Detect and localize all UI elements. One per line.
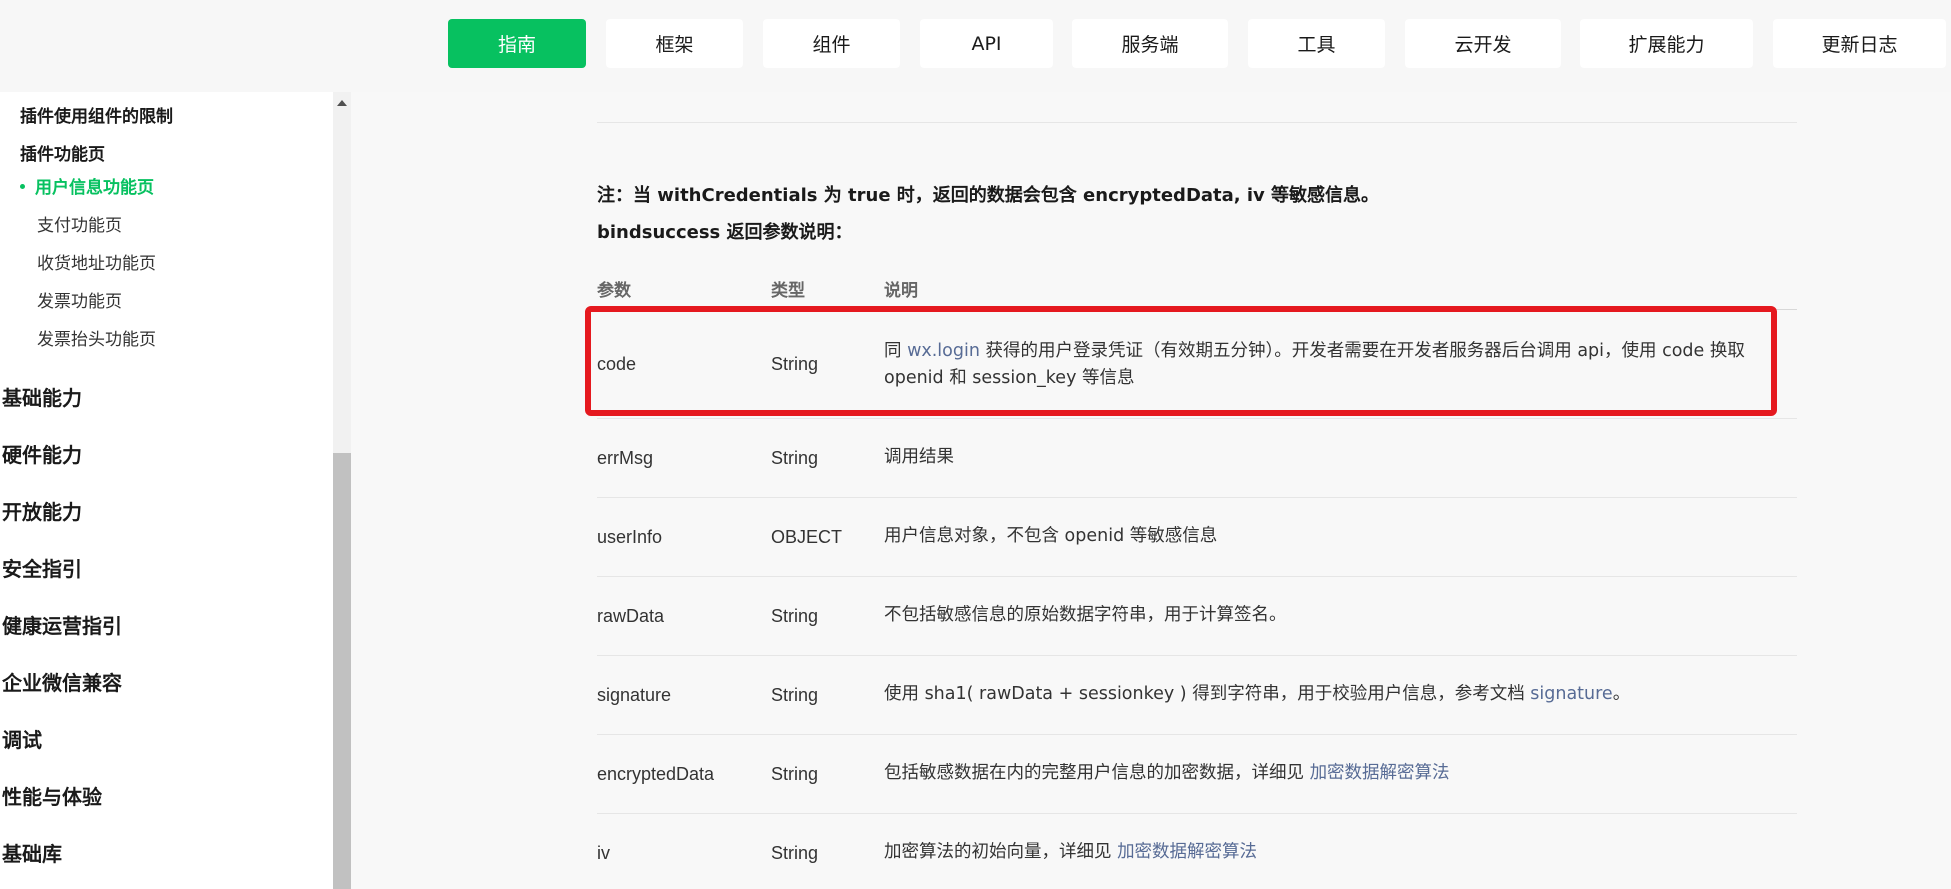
desc-cell: 使用 sha1( rawData + sessionkey ) 得到字符串，用于…	[884, 681, 1754, 708]
sidebar-item-security-guide[interactable]: 安全指引	[2, 553, 82, 582]
sidebar-item-plugin-function-page[interactable]: 插件功能页	[20, 140, 105, 165]
param-cell: errMsg	[597, 448, 654, 468]
tab-server[interactable]: 服务端	[1072, 19, 1228, 68]
sidebar-item-hardware-capabilities[interactable]: 硬件能力	[2, 439, 82, 468]
row-divider	[597, 655, 1797, 656]
sidebar-item-health-ops-guide[interactable]: 健康运营指引	[2, 610, 122, 639]
sidebar-item-user-info-page[interactable]: 用户信息功能页	[20, 173, 154, 198]
bindsuccess-heading: bindsuccess 返回参数说明：	[597, 222, 853, 243]
param-cell: userInfo	[597, 527, 663, 547]
desc-cell: 不包括敏感信息的原始数据字符串，用于计算签名。	[884, 605, 1287, 625]
param-cell: signature	[597, 685, 672, 705]
param-cell: iv	[597, 843, 610, 863]
row-divider	[597, 576, 1797, 577]
sidebar-item-invoice-page[interactable]: 发票功能页	[37, 287, 122, 312]
desc-cell: 包括敏感数据在内的完整用户信息的加密数据，详细见 加密数据解密算法	[884, 760, 1754, 787]
scroll-up-arrow-icon[interactable]	[337, 100, 347, 106]
column-header-desc: 说明	[884, 281, 918, 301]
desc-cell: 用户信息对象，不包含 openid 等敏感信息	[884, 526, 1218, 546]
credentials-note: 注：当 withCredentials 为 true 时，返回的数据会包含 en…	[597, 185, 1380, 206]
type-cell: String	[771, 685, 819, 705]
sidebar-item-address-page[interactable]: 收货地址功能页	[37, 249, 156, 274]
column-header-param: 参数	[597, 281, 631, 301]
decrypt-algorithm-link[interactable]: 加密数据解密算法	[1310, 763, 1450, 783]
sidebar-item-open-capabilities[interactable]: 开放能力	[2, 496, 82, 525]
desc-cell: 调用结果	[884, 447, 954, 467]
signature-link[interactable]: signature	[1530, 684, 1612, 704]
desc-cell: 加密算法的初始向量，详细见 加密数据解密算法	[884, 839, 1754, 866]
divider	[597, 122, 1797, 123]
param-cell: rawData	[597, 606, 665, 626]
desc-text: 使用 sha1( rawData + sessionkey ) 得到字符串，用于…	[884, 684, 1531, 704]
sidebar-item-invoice-title-page[interactable]: 发票抬头功能页	[37, 325, 156, 350]
type-cell: String	[771, 606, 819, 626]
column-header-type: 类型	[771, 281, 805, 301]
top-navigation: 指南 框架 组件 API 服务端 工具 云开发 扩展能力 更新日志	[0, 0, 1951, 92]
row-divider	[597, 497, 1797, 498]
sidebar-item-plugin-component-limits[interactable]: 插件使用组件的限制	[20, 102, 173, 127]
type-cell: String	[771, 843, 819, 863]
desc-text: 。	[1612, 684, 1631, 704]
sidebar-item-debug[interactable]: 调试	[2, 724, 42, 753]
type-cell: String	[771, 448, 819, 468]
sidebar-item-performance[interactable]: 性能与体验	[2, 781, 102, 810]
sidebar-item-wecom-compat[interactable]: 企业微信兼容	[2, 667, 122, 696]
sidebar-item-base-library[interactable]: 基础库	[2, 838, 62, 867]
tab-guide[interactable]: 指南	[448, 19, 586, 68]
tab-tools[interactable]: 工具	[1248, 19, 1385, 68]
sidebar: 插件使用组件的限制 插件功能页 用户信息功能页 支付功能页 收货地址功能页 发票…	[0, 92, 333, 889]
sidebar-item-label: 用户信息功能页	[35, 178, 154, 198]
tab-changelog[interactable]: 更新日志	[1773, 19, 1946, 68]
type-cell: String	[771, 764, 819, 784]
tab-components[interactable]: 组件	[763, 19, 900, 68]
desc-text: 加密算法的初始向量，详细见	[884, 842, 1118, 862]
type-cell: OBJECT	[771, 527, 843, 547]
active-dot-icon	[20, 183, 25, 189]
desc-text: 包括敏感数据在内的完整用户信息的加密数据，详细见	[884, 763, 1310, 783]
row-divider	[597, 418, 1797, 419]
row-divider	[597, 813, 1797, 814]
tab-api[interactable]: API	[920, 19, 1053, 68]
sidebar-item-payment-page[interactable]: 支付功能页	[37, 211, 122, 236]
tab-cloud[interactable]: 云开发	[1405, 19, 1561, 68]
sidebar-item-basic-capabilities[interactable]: 基础能力	[2, 382, 82, 411]
row-divider	[597, 734, 1797, 735]
highlight-box	[585, 306, 1777, 416]
param-cell: encryptedData	[597, 764, 715, 784]
tab-extensions[interactable]: 扩展能力	[1580, 19, 1753, 68]
scrollbar-thumb[interactable]	[333, 453, 351, 889]
tab-framework[interactable]: 框架	[606, 19, 743, 68]
decrypt-algorithm-link[interactable]: 加密数据解密算法	[1117, 842, 1257, 862]
